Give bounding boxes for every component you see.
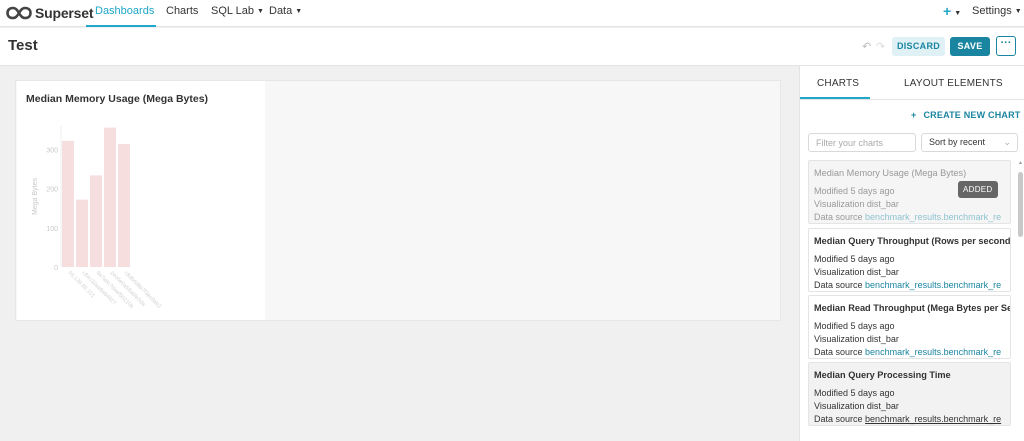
y-tick-label: 100 <box>46 226 58 233</box>
y-tick-label: 200 <box>46 187 58 194</box>
nav-dashboards[interactable]: Dashboards <box>95 0 154 27</box>
chart-list-item[interactable]: Median Read Throughput (Mega Bytes per S… <box>808 295 1011 359</box>
sort-select[interactable]: Sort by recent ⌄ <box>921 133 1018 152</box>
data-source-label: Data source <box>814 414 863 424</box>
chart-list-item[interactable]: Median Memory Usage (Mega Bytes) Modifie… <box>808 160 1011 224</box>
chart-item-modified: Modified 5 days ago <box>814 388 895 398</box>
filter-charts-input[interactable] <box>808 133 916 152</box>
nav-sql-lab[interactable]: SQL Lab ▼ <box>211 0 264 27</box>
more-options-button[interactable]: ··· <box>996 36 1016 56</box>
chart-item-source-row: Data source benchmark_results.benchmark_… <box>814 211 1005 223</box>
chevron-down-icon: ▼ <box>295 8 303 15</box>
chart-item-viz: Visualization dist_bar <box>814 267 899 277</box>
y-tick-label: 0 <box>54 265 58 272</box>
bar[interactable] <box>118 144 130 267</box>
tab-charts[interactable]: CHARTS <box>817 78 859 89</box>
plus-icon: + <box>943 3 952 19</box>
dashboard-title[interactable]: Test <box>8 37 38 54</box>
y-axis-label: Mega Bytes <box>32 178 39 215</box>
y-tick-label: 300 <box>46 148 58 155</box>
nav-data-label: Data <box>269 5 293 17</box>
chart-item-modified: Modified 5 days ago <box>814 321 895 331</box>
bar[interactable] <box>104 127 116 267</box>
top-navbar: Superset Dashboards Charts SQL Lab ▼ Data… <box>0 0 1024 27</box>
data-source-link[interactable]: benchmark_results.benchmark_re <box>865 280 1001 290</box>
settings-label: Settings <box>972 5 1012 17</box>
new-item-menu[interactable]: + ▼ <box>943 0 961 27</box>
create-new-chart-button[interactable]: + CREATE NEW CHART <box>911 110 1021 120</box>
superset-logo-icon <box>6 6 32 20</box>
chart-item-title: Median Read Throughput (Mega Bytes per S… <box>814 303 1011 313</box>
chart-item-modified: Modified 5 days ago <box>814 254 895 264</box>
data-source-link[interactable]: benchmark_results.benchmark_re <box>865 347 1001 357</box>
bar[interactable] <box>76 199 88 267</box>
discard-button[interactable]: DISCARD <box>892 37 945 56</box>
chevron-down-icon: ⌄ <box>1003 137 1011 147</box>
data-source-label: Data source <box>814 280 863 290</box>
chart-list-item[interactable]: Median Query Processing Time Modified 5 … <box>808 362 1011 426</box>
chart-list: Median Memory Usage (Mega Bytes) Modifie… <box>808 160 1011 441</box>
create-new-chart-label: CREATE NEW CHART <box>923 110 1021 120</box>
plus-icon: + <box>911 110 917 120</box>
chart-list-item[interactable]: Median Query Throughput (Rows per second… <box>808 228 1011 292</box>
tab-active-indicator <box>800 97 870 99</box>
chevron-down-icon: ▼ <box>1014 8 1022 15</box>
data-source-link[interactable]: benchmark_results.benchmark_re <box>865 212 1001 222</box>
chart-item-source-row: Data source benchmark_results.benchmark_… <box>814 413 1005 425</box>
chart-item-viz: Visualization dist_bar <box>814 401 899 411</box>
nav-active-indicator <box>86 25 156 27</box>
bar[interactable] <box>62 140 74 267</box>
chart-item-viz: Visualization dist_bar <box>814 199 899 209</box>
chart-item-source-row: Data source benchmark_results.benchmark_… <box>814 279 1005 291</box>
dashboard-header: Test ↶ ↷ DISCARD SAVE ··· <box>0 28 1024 66</box>
scroll-up-arrow-icon[interactable]: ▲ <box>1018 160 1023 166</box>
scroll-thumb[interactable] <box>1018 172 1023 237</box>
chart-card[interactable]: Median Memory Usage (Mega Bytes) 0 100 200… <box>17 81 265 320</box>
builder-side-panel: CHARTS LAYOUT ELEMENTS + CREATE NEW CHART… <box>799 66 1024 441</box>
chart-title: Median Memory Usage (Mega Bytes) <box>26 93 209 105</box>
chevron-down-icon: ▼ <box>257 8 264 15</box>
data-source-link[interactable]: benchmark_results.benchmark_re <box>865 414 1001 424</box>
chevron-down-icon: ▼ <box>954 10 962 17</box>
undo-icon[interactable]: ↶ <box>862 40 871 53</box>
sort-select-value: Sort by recent <box>929 137 986 147</box>
added-badge: ADDED <box>958 181 998 198</box>
tab-divider <box>800 99 1024 100</box>
chart-item-title: Median Query Throughput (Rows per second <box>814 236 1011 246</box>
chart-list-scrollbar[interactable]: ▲ <box>1018 160 1023 441</box>
chart-item-title: Median Query Processing Time <box>814 370 951 380</box>
redo-icon[interactable]: ↷ <box>876 40 885 53</box>
data-source-label: Data source <box>814 212 863 222</box>
superset-logo[interactable]: Superset <box>6 3 94 23</box>
chart-item-source-row: Data source benchmark_results.benchmark_… <box>814 346 1005 358</box>
settings-menu[interactable]: Settings ▼ <box>972 0 1022 27</box>
nav-data[interactable]: Data ▼ <box>269 0 302 27</box>
nav-charts[interactable]: Charts <box>166 0 198 27</box>
save-button[interactable]: SAVE <box>950 37 990 56</box>
bar-chart: 0100200300Mega Bytes93.139.85.101c84c32a… <box>32 126 162 310</box>
chart-item-title: Median Memory Usage (Mega Bytes) <box>814 168 967 178</box>
brand-name: Superset <box>35 5 94 21</box>
data-source-label: Data source <box>814 347 863 357</box>
chart-item-viz: Visualization dist_bar <box>814 334 899 344</box>
bar[interactable] <box>90 175 102 267</box>
nav-sql-lab-label: SQL Lab <box>211 5 255 17</box>
tab-layout-elements[interactable]: LAYOUT ELEMENTS <box>904 78 1003 89</box>
